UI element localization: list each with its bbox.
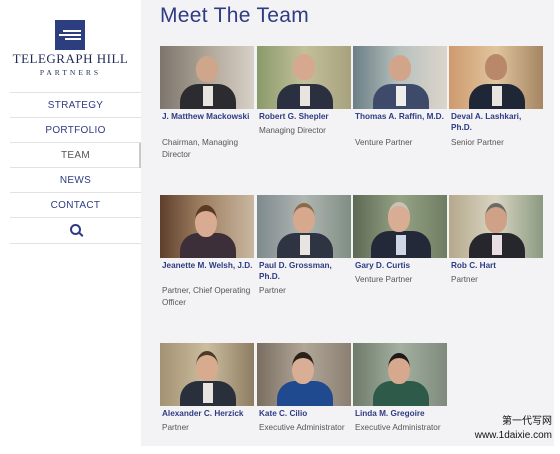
team-member-name[interactable]: Kate C. Cilio xyxy=(259,408,351,419)
team-member-name[interactable]: Alexander C. Herzick xyxy=(162,408,254,419)
team-member-photo[interactable] xyxy=(160,46,254,109)
watermark-line-1: 第一代写网 xyxy=(502,416,552,427)
team-member-role: Partner, Chief Operating Officer xyxy=(162,286,251,307)
team-member-role: Partner xyxy=(451,275,478,284)
team-member-name[interactable]: J. Matthew Mackowski xyxy=(162,111,254,122)
team-member-name[interactable]: Paul D. Grossman, Ph.D. xyxy=(259,260,351,282)
company-logo[interactable]: TELEGRAPH HILL PARTNERS xyxy=(10,20,141,80)
team-member-photo[interactable] xyxy=(160,195,254,258)
team-member-role: Chairman, Managing Director xyxy=(162,138,239,159)
team-member-photo[interactable] xyxy=(160,343,254,406)
watermark-line-2: www.1daixie.com xyxy=(474,430,552,441)
team-member-role: Managing Director xyxy=(259,126,326,135)
sidebar: TELEGRAPH HILL PARTNERS STRATEGY PORTFOL… xyxy=(10,0,141,454)
team-member-role: Executive Administrator xyxy=(259,423,345,432)
team-member-name[interactable]: Deval A. Lashkari, Ph.D. xyxy=(451,111,543,133)
team-member-photo[interactable] xyxy=(257,46,351,109)
team-member-photo[interactable] xyxy=(449,46,543,109)
logo-name: TELEGRAPH HILL xyxy=(12,51,129,66)
team-member-photo[interactable] xyxy=(353,195,447,258)
team-member-role: Senior Partner xyxy=(451,138,504,147)
main-nav: STRATEGY PORTFOLIO TEAM NEWS CONTACT xyxy=(10,92,141,244)
team-member-name[interactable]: Robert G. Shepler xyxy=(259,111,351,122)
team-member-name[interactable]: Thomas A. Raffin, M.D. xyxy=(355,111,447,122)
nav-search-button[interactable] xyxy=(10,218,141,244)
nav-item-team[interactable]: TEAM xyxy=(10,143,141,168)
watermark: 第一代写网 www.1daixie.com xyxy=(475,415,552,443)
page-title: Meet The Team xyxy=(160,4,310,27)
nav-item-strategy[interactable]: STRATEGY xyxy=(10,93,141,118)
team-member-name[interactable]: Jeanette M. Welsh, J.D. xyxy=(162,260,254,271)
logo-subtitle: PARTNERS xyxy=(39,68,102,77)
nav-item-contact[interactable]: CONTACT xyxy=(10,193,141,218)
team-member-name[interactable]: Rob C. Hart xyxy=(451,260,543,271)
team-member-photo[interactable] xyxy=(449,195,543,258)
team-member-photo[interactable] xyxy=(353,46,447,109)
team-member-photo[interactable] xyxy=(353,343,447,406)
team-member-photo[interactable] xyxy=(257,195,351,258)
team-member-role: Venture Partner xyxy=(355,138,413,147)
nav-item-portfolio[interactable]: PORTFOLIO xyxy=(10,118,141,143)
team-member-photo[interactable] xyxy=(257,343,351,406)
team-member-role: Partner xyxy=(259,286,286,295)
team-member-name[interactable]: Linda M. Gregoire xyxy=(355,408,447,419)
team-member-name[interactable]: Gary D. Curtis xyxy=(355,260,447,271)
nav-item-news[interactable]: NEWS xyxy=(10,168,141,193)
team-member-role: Executive Administrator xyxy=(355,423,441,432)
search-icon xyxy=(70,224,81,235)
team-member-role: Partner xyxy=(162,423,189,432)
logo-mark-icon xyxy=(55,20,85,50)
team-member-role: Venture Partner xyxy=(355,275,413,284)
